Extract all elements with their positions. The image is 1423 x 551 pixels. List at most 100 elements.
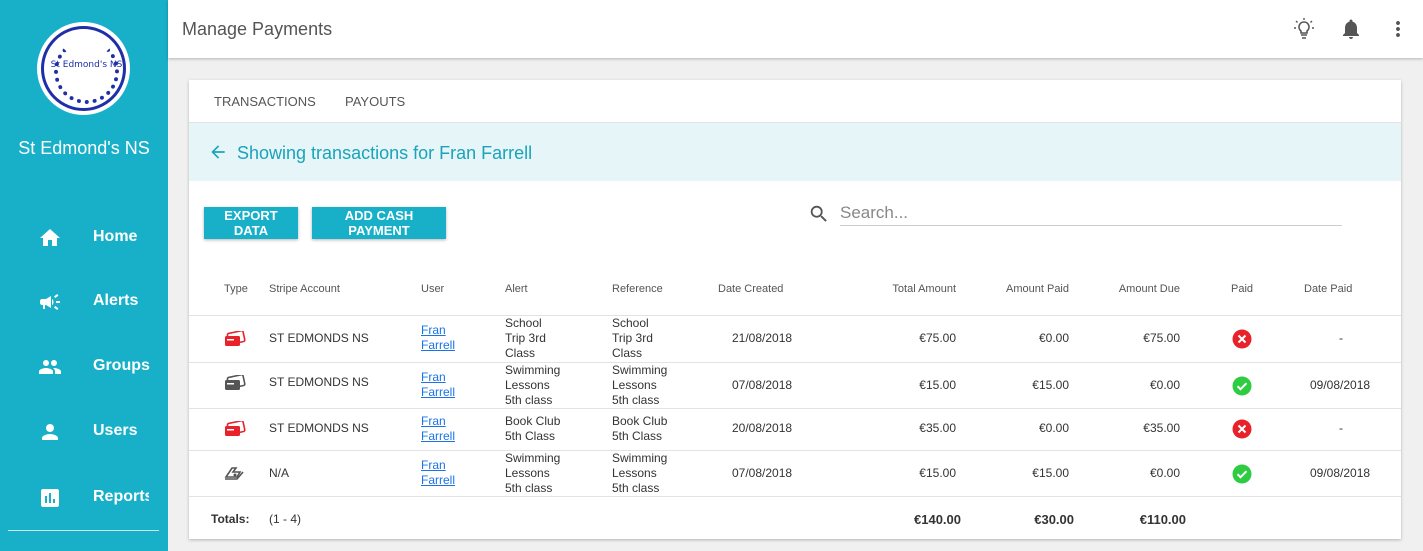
export-data-button[interactable]: EXPORT DATA: [204, 207, 298, 239]
column-header-amount-due[interactable]: Amount Due: [1080, 283, 1180, 295]
card-payment-icon: [225, 331, 246, 346]
cell-reference: Book Club 5th Class: [612, 414, 668, 443]
cell-user[interactable]: Fran Farrell: [421, 370, 455, 400]
column-header-date-paid[interactable]: Date Paid: [1304, 283, 1352, 295]
cell-stripe-account: ST EDMONDS NS: [269, 375, 369, 389]
totals-range: (1 - 4): [269, 512, 302, 526]
cell-amount-due: €0.00: [1149, 378, 1180, 392]
row-divider: [189, 408, 1401, 409]
cell-alert: Swimming Lessons 5th class: [505, 451, 561, 495]
totals-amount-due: €110.00: [1139, 512, 1186, 527]
tab-transactions[interactable]: TRANSACTIONS: [214, 94, 316, 109]
paid-check-icon: [1232, 464, 1252, 484]
bell-icon[interactable]: [1339, 17, 1363, 41]
cell-amount-paid: €15.00: [1032, 466, 1069, 480]
transactions-card: TRANSACTIONS PAYOUTS Showing transaction…: [189, 80, 1401, 539]
filter-banner: Showing transactions for Fran Farrell: [189, 123, 1401, 181]
unpaid-x-icon: [1232, 329, 1252, 349]
cell-amount-paid: €0.00: [1038, 421, 1069, 435]
cell-amount-due: €75.00: [1143, 331, 1180, 345]
search-icon: [810, 205, 827, 222]
sidebar-item-home[interactable]: Home: [0, 218, 168, 258]
home-icon: [40, 229, 60, 246]
top-bar: Manage Payments: [168, 0, 1423, 58]
cell-stripe-account: N/A: [269, 466, 290, 480]
bar-chart-icon: [41, 489, 59, 507]
cell-stripe-account: ST EDMONDS NS: [269, 331, 369, 345]
school-logo: St Edmond's NS: [37, 22, 130, 115]
row-divider: [189, 496, 1401, 497]
sidebar-item-groups[interactable]: Groups: [0, 347, 168, 387]
sidebar: St Edmond's NS St Edmond's NS Home Alert…: [0, 0, 168, 551]
cell-alert: Swimming Lessons 5th class: [505, 363, 561, 407]
cell-user[interactable]: Fran Farrell: [421, 323, 455, 353]
cell-amount-paid: €15.00: [1032, 378, 1069, 392]
sidebar-item-reports[interactable]: Reports: [0, 478, 168, 518]
sidebar-item-label: Reports: [93, 488, 149, 505]
column-header-total-amount[interactable]: Total Amount: [856, 283, 956, 295]
cell-date-paid: -: [1339, 331, 1343, 345]
arrow-back-icon[interactable]: [208, 142, 228, 162]
page-title: Manage Payments: [182, 19, 333, 39]
sidebar-item-users[interactable]: Users: [0, 412, 168, 452]
cell-date-created: 20/08/2018: [732, 421, 793, 435]
banner-text: Showing transactions for Fran Farrell: [237, 143, 533, 163]
totals-label: Totals:: [211, 512, 250, 526]
search-input[interactable]: [840, 201, 1342, 226]
cell-alert: Book Club 5th Class: [505, 414, 561, 443]
sidebar-divider: [8, 530, 159, 531]
sidebar-item-label: Home: [93, 228, 138, 245]
cell-alert: School Trip 3rd Class: [505, 316, 546, 360]
cell-stripe-account: ST EDMONDS NS: [269, 421, 369, 435]
logo-text: St Edmond's NS: [50, 60, 123, 70]
cell-date-paid: 09/08/2018: [1310, 466, 1371, 480]
tab-bar: TRANSACTIONS PAYOUTS: [189, 80, 1401, 123]
person-icon: [42, 424, 58, 440]
cell-amount-due: €35.00: [1143, 421, 1180, 435]
cell-total-amount: €15.00: [919, 378, 956, 392]
cell-reference: School Trip 3rd Class: [612, 316, 653, 360]
add-cash-payment-button[interactable]: ADD CASH PAYMENT: [312, 207, 446, 239]
cell-reference: Swimming Lessons 5th class: [612, 363, 668, 407]
cell-date-created: 07/08/2018: [732, 378, 793, 392]
cell-amount-due: €0.00: [1149, 466, 1180, 480]
column-header-reference[interactable]: Reference: [612, 283, 663, 295]
cell-date-paid: -: [1339, 421, 1343, 435]
cell-user[interactable]: Fran Farrell: [421, 414, 455, 444]
card-payment-icon: [225, 421, 246, 436]
row-divider: [189, 315, 1401, 316]
totals-amount-paid: €30.00: [1034, 512, 1074, 527]
column-header-paid[interactable]: Paid: [1231, 283, 1253, 295]
row-divider: [189, 362, 1401, 363]
column-header-type[interactable]: Type: [224, 283, 248, 295]
column-header-amount-paid[interactable]: Amount Paid: [969, 283, 1069, 295]
cell-total-amount: €15.00: [919, 466, 956, 480]
column-header-alert[interactable]: Alert: [505, 283, 528, 295]
cell-amount-paid: €0.00: [1038, 331, 1069, 345]
card-payment-icon: [225, 375, 246, 390]
paid-check-icon: [1232, 376, 1252, 396]
school-name: St Edmond's NS: [18, 138, 150, 158]
cell-reference: Swimming Lessons 5th class: [612, 451, 668, 495]
sidebar-item-label: Users: [93, 422, 138, 439]
cell-date-created: 07/08/2018: [732, 466, 793, 480]
cell-date-paid: 09/08/2018: [1310, 378, 1371, 392]
column-header-date-created[interactable]: Date Created: [718, 283, 783, 295]
row-divider: [189, 450, 1401, 451]
unpaid-x-icon: [1232, 419, 1252, 439]
column-header-user[interactable]: User: [421, 283, 444, 295]
people-icon: [39, 360, 61, 374]
more-vert-icon[interactable]: [1386, 17, 1410, 41]
totals-total-amount: €140.00: [914, 512, 961, 527]
cell-date-created: 21/08/2018: [732, 331, 793, 345]
tab-payouts[interactable]: PAYOUTS: [345, 94, 405, 109]
sidebar-item-label: Groups: [93, 357, 150, 374]
cash-payment-icon: [224, 467, 244, 480]
column-header-stripe-account[interactable]: Stripe Account: [269, 283, 340, 295]
sidebar-item-label: Alerts: [93, 292, 139, 309]
cell-user[interactable]: Fran Farrell: [421, 458, 455, 488]
megaphone-icon: [40, 294, 60, 310]
lightbulb-icon[interactable]: [1292, 17, 1316, 41]
cell-total-amount: €35.00: [919, 421, 956, 435]
sidebar-item-alerts[interactable]: Alerts: [0, 282, 168, 322]
